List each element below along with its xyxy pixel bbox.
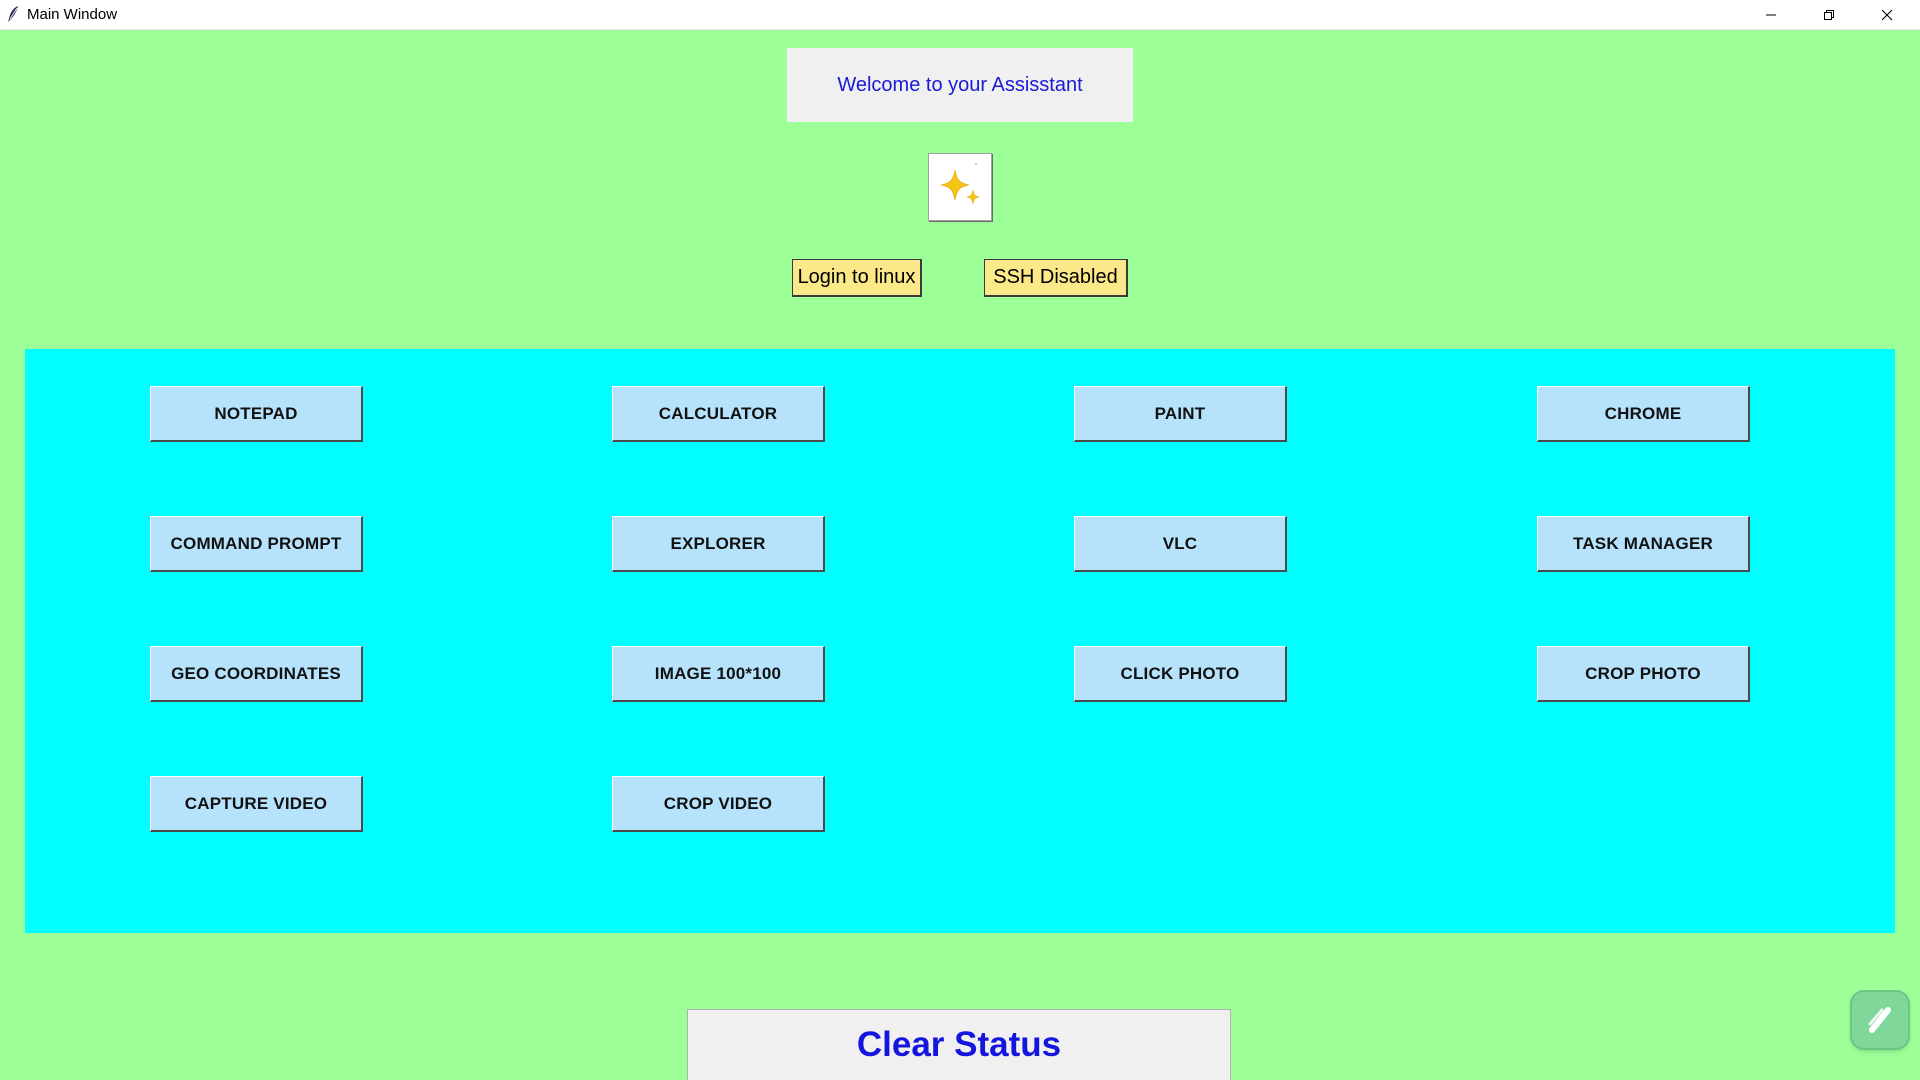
minimize-icon	[1766, 14, 1776, 15]
feather-icon	[4, 4, 24, 24]
crop-photo-button[interactable]: CROP PHOTO	[1537, 646, 1750, 702]
image-resize-button[interactable]: IMAGE 100*100	[612, 646, 825, 702]
assistant-button[interactable]	[928, 153, 992, 221]
close-button[interactable]	[1858, 0, 1916, 29]
ssh-toggle-button[interactable]: SSH Disabled	[984, 259, 1128, 297]
explorer-button[interactable]: EXPLORER	[612, 516, 825, 572]
task-manager-button[interactable]: TASK MANAGER	[1537, 516, 1750, 572]
main-window: Main Window Welcome to your Assisstant L…	[0, 0, 1920, 1080]
title-bar[interactable]: Main Window	[0, 0, 1920, 30]
click-photo-button[interactable]: CLICK PHOTO	[1074, 646, 1287, 702]
vlc-button[interactable]: VLC	[1074, 516, 1287, 572]
apps-panel: NOTEPAD CALCULATOR PAINT CHROME COMMAND …	[25, 349, 1895, 933]
pen-icon	[1868, 1007, 1891, 1033]
clear-status-button[interactable]: Clear Status	[687, 1009, 1231, 1080]
crop-video-button[interactable]: CROP VIDEO	[612, 776, 825, 832]
minimize-button[interactable]	[1742, 0, 1800, 29]
restore-button[interactable]	[1800, 0, 1858, 29]
sparkle-icon	[940, 163, 980, 205]
window-title: Main Window	[27, 6, 118, 23]
floating-widget-button[interactable]	[1852, 992, 1908, 1048]
login-linux-button[interactable]: Login to linux	[792, 259, 922, 297]
close-icon	[1881, 9, 1893, 20]
command-prompt-button[interactable]: COMMAND PROMPT	[150, 516, 363, 572]
welcome-label: Welcome to your Assisstant	[787, 48, 1133, 122]
geo-coordinates-button[interactable]: GEO COORDINATES	[150, 646, 363, 702]
paint-button[interactable]: PAINT	[1074, 386, 1287, 442]
calculator-button[interactable]: CALCULATOR	[612, 386, 825, 442]
notepad-button[interactable]: NOTEPAD	[150, 386, 363, 442]
restore-icon	[1824, 9, 1834, 20]
chrome-button[interactable]: CHROME	[1537, 386, 1750, 442]
capture-video-button[interactable]: CAPTURE VIDEO	[150, 776, 363, 832]
